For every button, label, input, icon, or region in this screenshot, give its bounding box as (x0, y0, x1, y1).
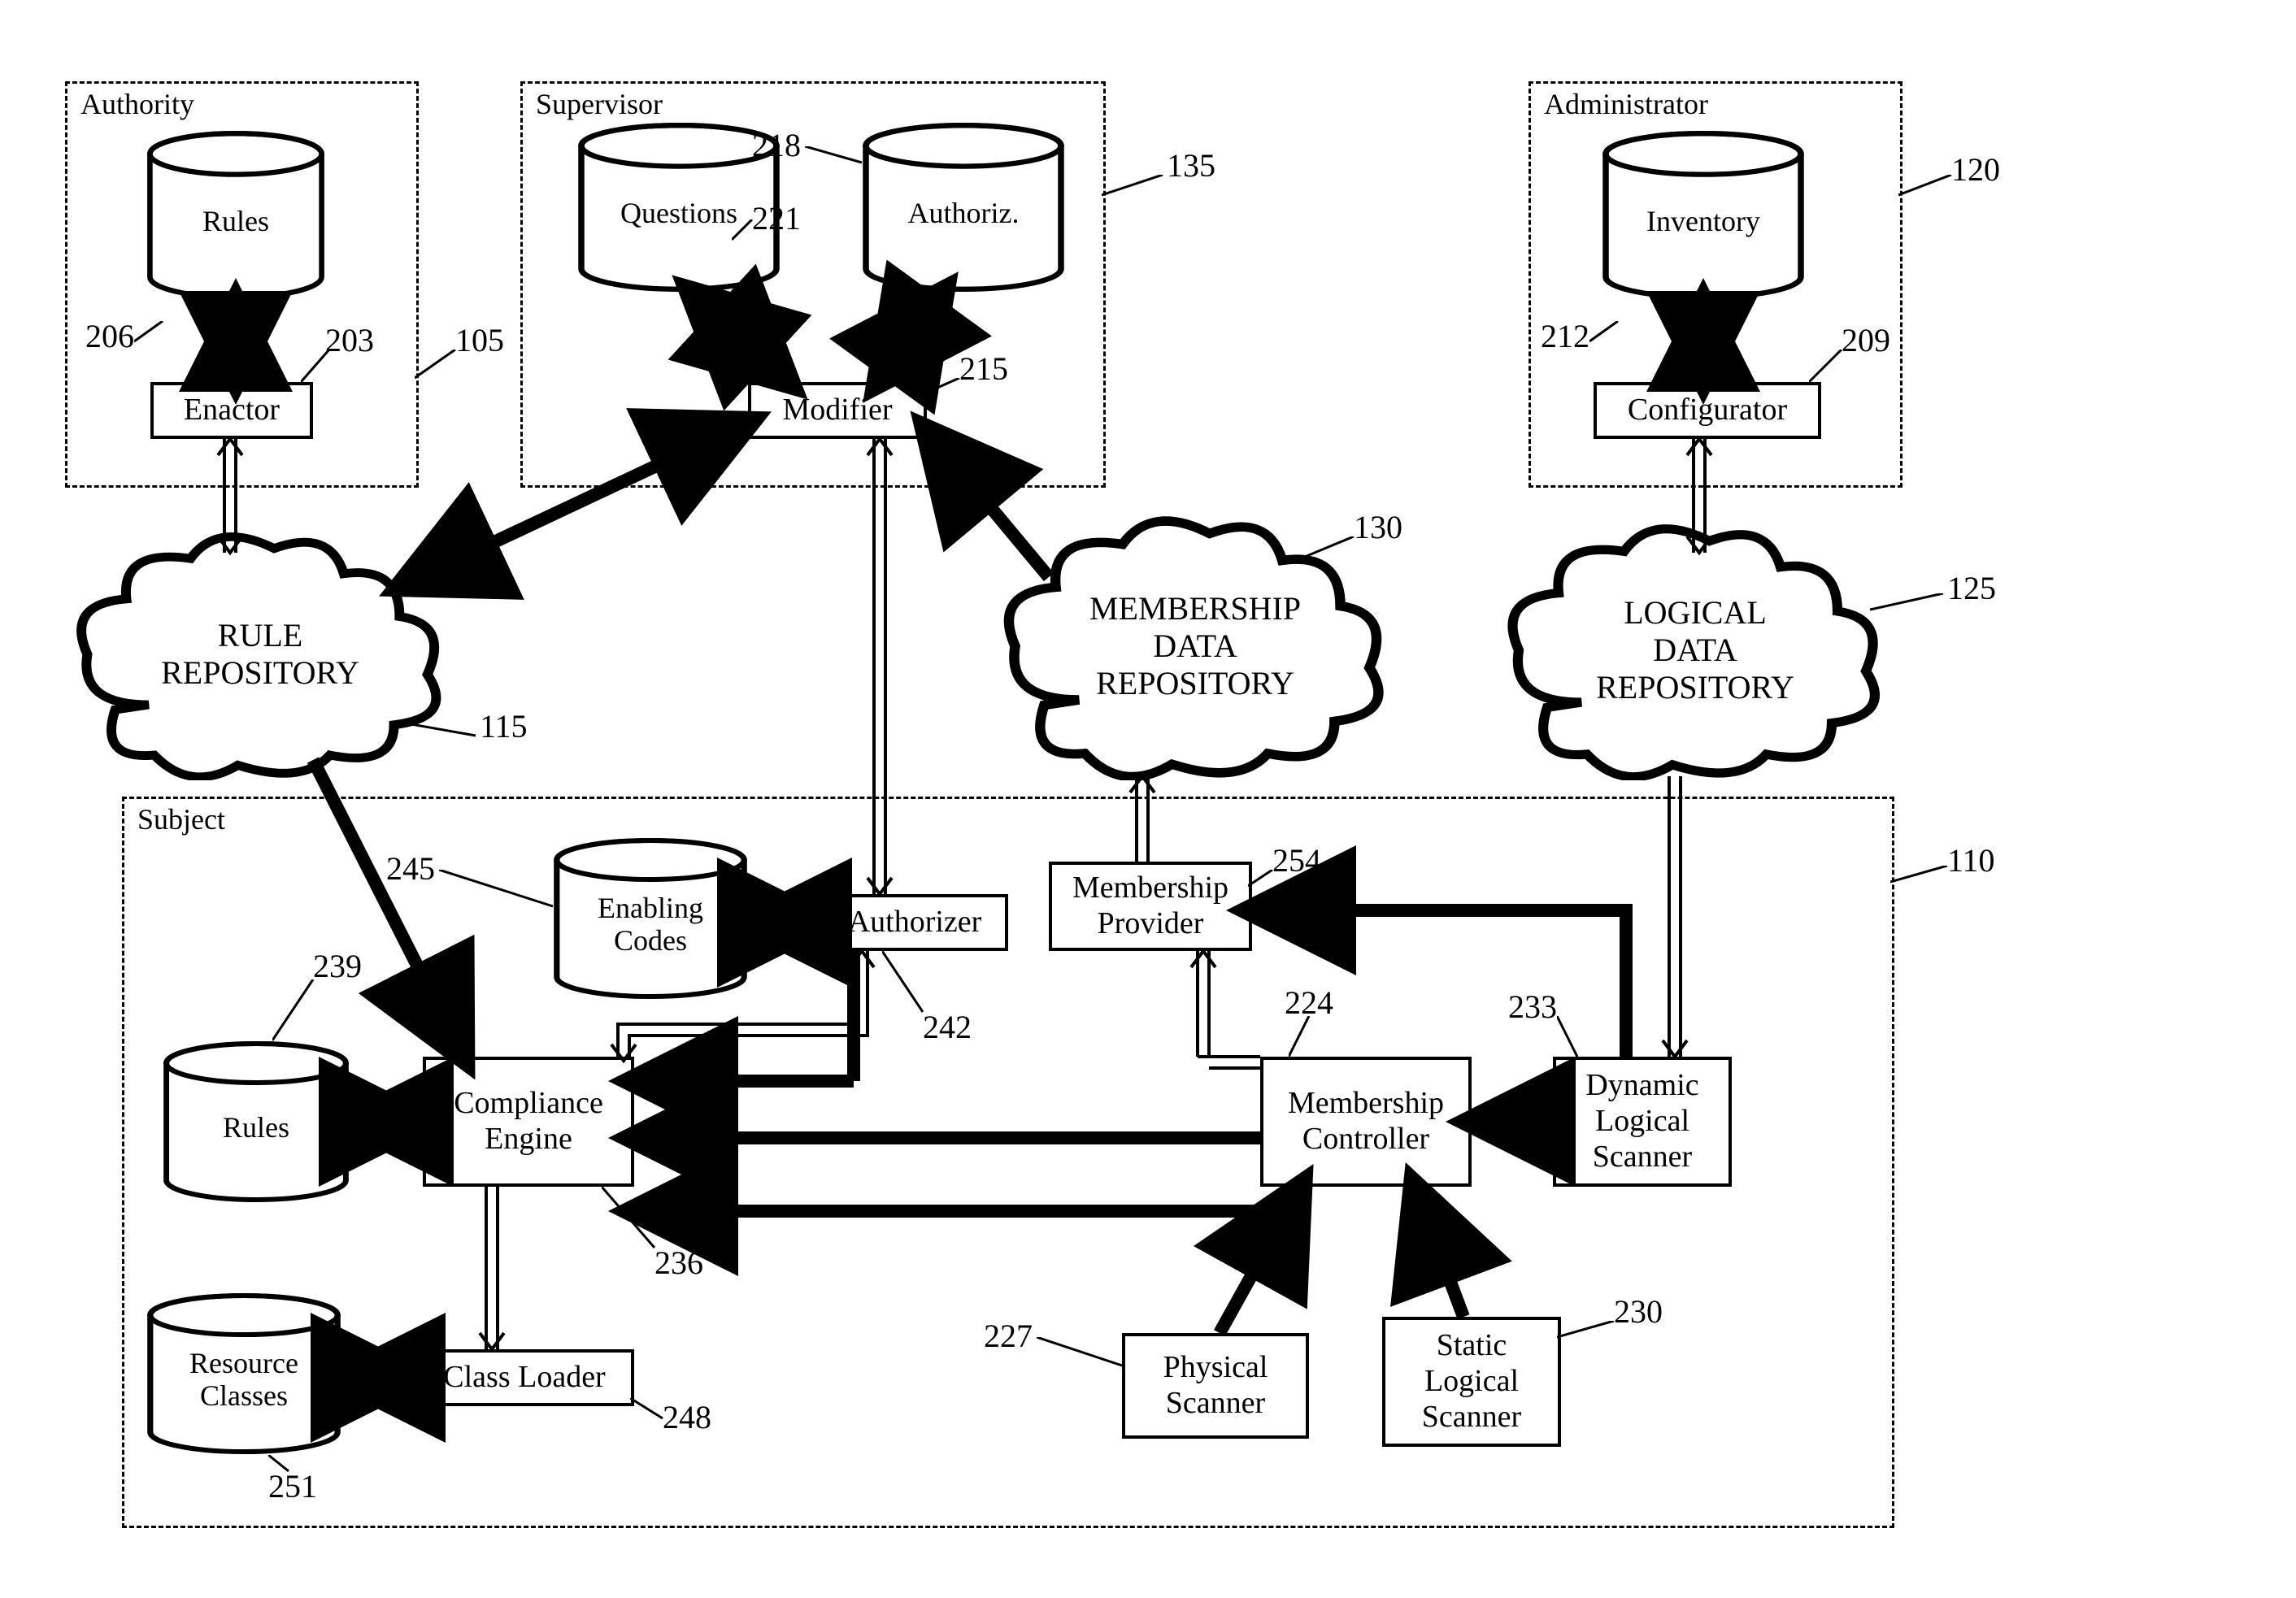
box-modifier-label: Modifier (782, 393, 892, 428)
box-static-scanner-label: Static Logical Scanner (1422, 1328, 1521, 1435)
box-physical-scanner: Physical Scanner (1122, 1333, 1309, 1439)
ref-233: 233 (1508, 988, 1557, 1026)
box-configurator-label: Configurator (1628, 393, 1787, 428)
cylinder-inventory: Inventory (1602, 130, 1805, 301)
cylinder-inventory-label: Inventory (1646, 206, 1760, 238)
ref-120: 120 (1951, 150, 2000, 189)
ref-125: 125 (1947, 569, 1996, 607)
box-compliance-engine: Compliance Engine (423, 1057, 634, 1187)
box-enactor-label: Enactor (184, 393, 280, 428)
ref-236: 236 (654, 1244, 703, 1282)
cylinder-enabling-label: Enabling Codes (598, 892, 703, 957)
cloud-rule-repository-label: RULE REPOSITORY (161, 617, 359, 692)
ref-130: 130 (1354, 508, 1402, 546)
cylinder-rules-authority: Rules (146, 130, 325, 301)
box-modifier: Modifier (748, 382, 927, 439)
cloud-rule-repository: RULE REPOSITORY (65, 528, 455, 780)
cylinder-authoriz: Authoriz. (862, 122, 1065, 293)
cylinder-resource-classes: Resource Classes (146, 1292, 341, 1455)
box-membership-controller: Membership Controller (1260, 1057, 1472, 1187)
box-authorizer-label: Authorizer (848, 905, 982, 940)
group-supervisor-title: Supervisor (536, 87, 663, 121)
ref-230: 230 (1614, 1292, 1663, 1331)
box-membership-provider: Membership Provider (1049, 862, 1252, 951)
ref-135: 135 (1167, 146, 1215, 185)
box-membership-provider-label: Membership Provider (1072, 871, 1228, 941)
group-administrator-title: Administrator (1544, 87, 1708, 121)
cloud-membership-repository-label: MEMBERSHIP DATA REPOSITORY (1089, 590, 1301, 702)
cloud-logical-repository: LOGICAL DATA REPOSITORY (1496, 520, 1894, 780)
box-authorizer: Authorizer (821, 894, 1008, 951)
ref-209: 209 (1842, 321, 1890, 359)
ref-105: 105 (455, 321, 504, 359)
box-compliance-label: Compliance Engine (454, 1086, 603, 1157)
box-membership-controller-label: Membership Controller (1288, 1086, 1444, 1157)
ref-239: 239 (313, 947, 362, 985)
cylinder-rules-subject: Rules (163, 1040, 350, 1203)
group-authority-title: Authority (80, 87, 194, 121)
box-dynamic-scanner: Dynamic Logical Scanner (1553, 1057, 1732, 1187)
ref-206: 206 (85, 317, 134, 355)
cylinder-questions-label: Questions (620, 198, 737, 230)
box-enactor: Enactor (150, 382, 313, 439)
ref-215: 215 (959, 350, 1008, 388)
cloud-logical-repository-label: LOGICAL DATA REPOSITORY (1596, 594, 1794, 706)
ref-245: 245 (386, 849, 435, 888)
ref-221: 221 (752, 199, 801, 237)
cylinder-rules-subject-label: Rules (223, 1112, 289, 1144)
ref-227: 227 (984, 1317, 1033, 1355)
cylinder-enabling-codes: Enabling Codes (553, 837, 748, 1000)
ref-110: 110 (1947, 841, 1995, 879)
ref-212: 212 (1541, 317, 1589, 355)
cylinder-resource-label: Resource Classes (189, 1348, 298, 1412)
ref-115: 115 (480, 707, 528, 745)
box-class-loader: Class Loader (415, 1349, 634, 1406)
group-subject-title: Subject (137, 802, 225, 836)
ref-242: 242 (923, 1008, 972, 1046)
box-class-loader-label: Class Loader (443, 1360, 605, 1396)
box-physical-scanner-label: Physical Scanner (1163, 1350, 1268, 1421)
ref-254: 254 (1272, 841, 1321, 879)
box-static-scanner: Static Logical Scanner (1382, 1317, 1561, 1447)
box-dynamic-scanner-label: Dynamic Logical Scanner (1585, 1068, 1698, 1175)
ref-218: 218 (752, 126, 801, 164)
cylinder-authoriz-label: Authoriz. (908, 198, 1020, 230)
cylinder-rules-authority-label: Rules (202, 206, 269, 238)
ref-248: 248 (663, 1398, 711, 1436)
box-configurator: Configurator (1594, 382, 1821, 439)
cylinder-questions: Questions (577, 122, 781, 293)
